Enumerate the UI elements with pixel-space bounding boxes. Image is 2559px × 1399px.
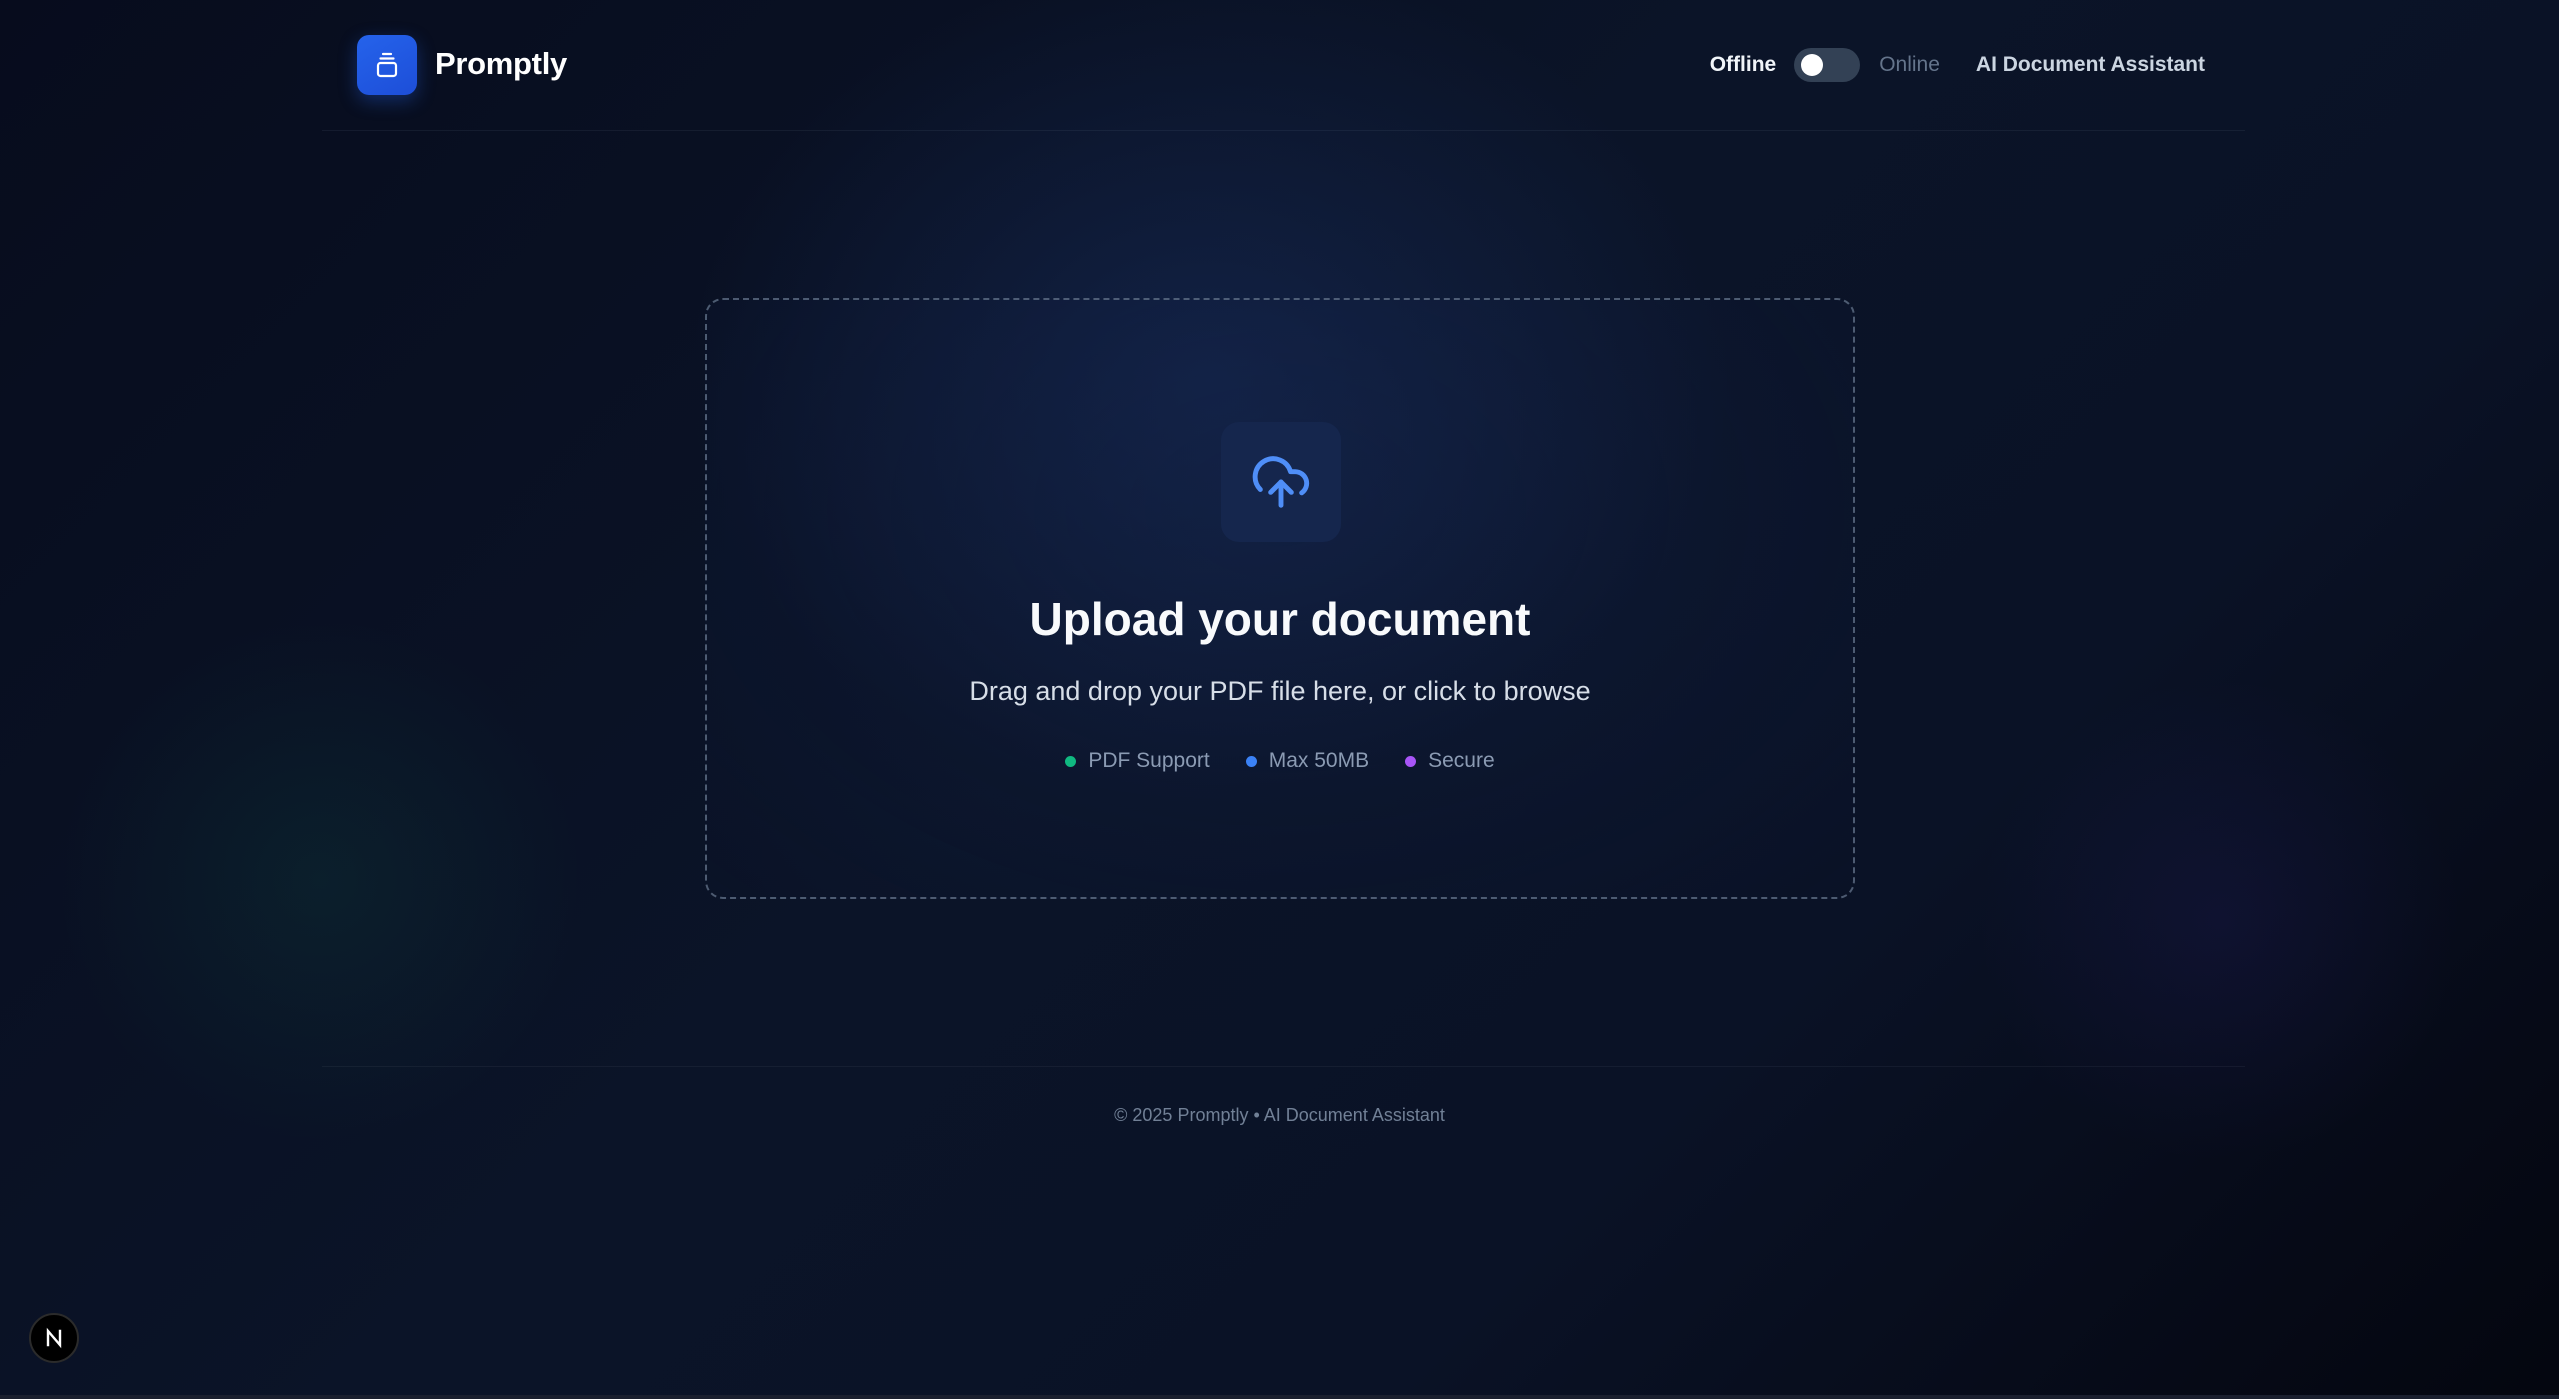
footer-divider	[322, 1066, 2245, 1067]
stacked-document-icon	[376, 52, 398, 78]
feature-item-max-size: Max 50MB	[1245, 749, 1370, 773]
feature-label: Max 50MB	[1268, 749, 1370, 772]
feature-item-pdf-support: PDF Support	[1065, 749, 1210, 773]
offline-mode-label: Offline	[1709, 53, 1777, 76]
toggle-knob	[1801, 54, 1824, 76]
feature-label: PDF Support	[1088, 749, 1210, 772]
cloud-upload-icon	[1252, 456, 1310, 508]
feature-item-secure: Secure	[1405, 749, 1495, 773]
feature-dot-purple	[1405, 755, 1417, 767]
feature-list: PDF Support Max 50MB Secure	[707, 749, 1853, 773]
feature-label: Secure	[1428, 749, 1495, 772]
header-controls: Offline Online AI Document Assistant	[1710, 44, 2205, 86]
online-offline-toggle[interactable]	[1794, 48, 1861, 82]
upload-subtitle: Drag and drop your PDF file here, or cli…	[969, 676, 1591, 706]
feature-dot-blue	[1245, 755, 1257, 767]
online-mode-label: Online	[1879, 53, 1940, 76]
feature-dot-green	[1065, 755, 1077, 767]
app-header: Promptly Offline Online AI Document Assi…	[322, 0, 2245, 131]
n-logo-icon	[46, 1327, 62, 1349]
app-logo[interactable]	[357, 35, 417, 95]
brand-name: Promptly	[435, 46, 567, 81]
upload-title: Upload your document	[1029, 593, 1531, 645]
nextjs-dev-indicator-button[interactable]	[29, 1313, 79, 1363]
upload-icon-container	[1221, 422, 1341, 542]
upload-dropzone[interactable]: Upload your document Drag and drop your …	[705, 298, 1855, 899]
window-bottom-edge	[0, 1395, 2559, 1399]
footer-copyright: © 2025 Promptly • AI Document Assistant	[1114, 1105, 1445, 1125]
header-tagline: AI Document Assistant	[1975, 53, 2205, 76]
